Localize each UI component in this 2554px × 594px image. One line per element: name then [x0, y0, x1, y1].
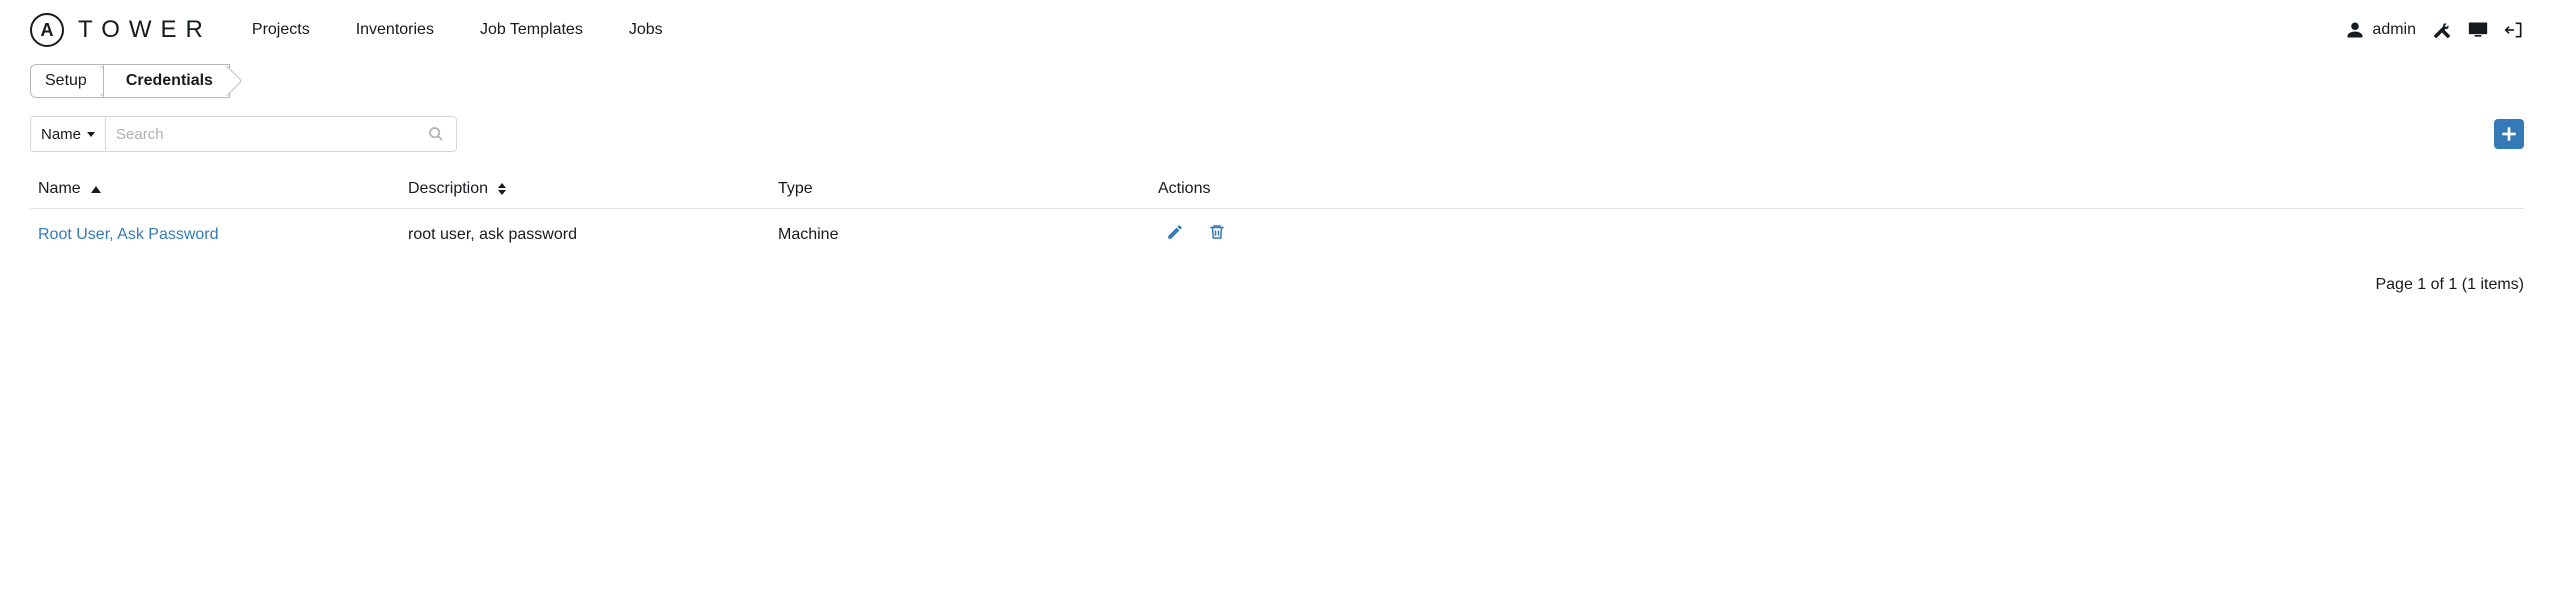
column-header-actions: Actions — [1158, 180, 2516, 198]
logout-icon[interactable] — [2504, 20, 2524, 40]
column-label: Description — [408, 180, 488, 198]
column-header-name[interactable]: Name — [38, 180, 408, 198]
trash-icon — [1208, 223, 1226, 241]
user-menu[interactable]: admin — [2346, 21, 2416, 39]
breadcrumb-row: Setup Credentials — [0, 60, 2554, 110]
user-name: admin — [2372, 21, 2416, 39]
caret-down-icon — [87, 132, 95, 137]
search-submit-button[interactable] — [416, 117, 456, 151]
brand-logo-icon: A — [30, 13, 64, 47]
nav-job-templates[interactable]: Job Templates — [480, 21, 583, 39]
column-header-type[interactable]: Type — [778, 180, 1158, 198]
user-icon — [2346, 21, 2364, 39]
credentials-table: Name Description Type Actions Root User,… — [0, 160, 2554, 260]
add-credential-button[interactable] — [2494, 119, 2524, 149]
topbar: A TOWER Projects Inventories Job Templat… — [0, 0, 2554, 60]
edit-button[interactable] — [1166, 223, 1184, 246]
breadcrumb-setup[interactable]: Setup — [30, 64, 104, 98]
breadcrumb-credentials[interactable]: Credentials — [103, 64, 230, 98]
search-group: Name — [30, 116, 457, 152]
brand[interactable]: A TOWER — [30, 13, 212, 47]
search-row: Name — [0, 110, 2554, 160]
portal-icon[interactable] — [2468, 21, 2488, 39]
column-label: Name — [38, 180, 81, 198]
pencil-icon — [1166, 223, 1184, 241]
brand-name: TOWER — [78, 16, 212, 44]
primary-nav: Projects Inventories Job Templates Jobs — [252, 21, 2347, 39]
table-header-row: Name Description Type Actions — [30, 180, 2524, 209]
pagination-info: Page 1 of 1 (1 items) — [0, 260, 2554, 314]
breadcrumb-separator-icon — [211, 65, 242, 96]
breadcrumb: Setup Credentials — [30, 64, 230, 98]
credential-type: Machine — [778, 226, 838, 243]
search-field-label: Name — [41, 126, 81, 143]
nav-inventories[interactable]: Inventories — [356, 21, 434, 39]
plus-icon — [2501, 126, 2517, 142]
topbar-right: admin — [2346, 20, 2524, 40]
column-label: Actions — [1158, 180, 1210, 198]
nav-projects[interactable]: Projects — [252, 21, 310, 39]
breadcrumb-label: Setup — [45, 72, 87, 90]
search-icon — [428, 126, 444, 142]
nav-jobs[interactable]: Jobs — [629, 21, 663, 39]
delete-button[interactable] — [1208, 223, 1226, 246]
column-label: Type — [778, 180, 813, 198]
table-row: Root User, Ask Password root user, ask p… — [30, 209, 2524, 260]
breadcrumb-label: Credentials — [126, 72, 213, 90]
credential-name-link[interactable]: Root User, Ask Password — [38, 226, 219, 243]
search-field-dropdown[interactable]: Name — [31, 117, 106, 151]
credential-description: root user, ask password — [408, 226, 577, 243]
settings-wrench-icon[interactable] — [2432, 20, 2452, 40]
column-header-description[interactable]: Description — [408, 180, 778, 198]
search-input[interactable] — [106, 117, 416, 151]
sort-both-icon — [498, 183, 506, 195]
sort-asc-icon — [91, 186, 101, 193]
